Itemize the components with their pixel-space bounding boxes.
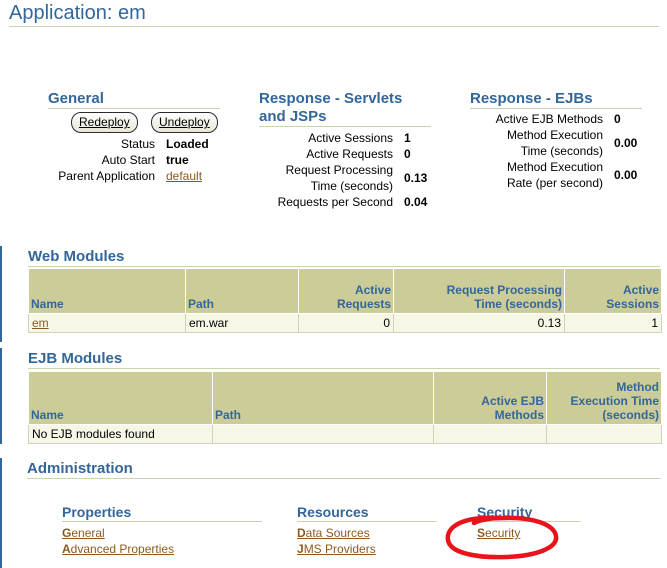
parent-application-label: Parent Application xyxy=(58,169,155,183)
status-label: Status xyxy=(120,137,155,151)
general-heading: General xyxy=(48,90,104,107)
active-requests-value: 0 xyxy=(404,147,411,161)
web-modules-header-row: Name Path Active Requests Request Process… xyxy=(28,268,662,314)
ejb-modules-heading: EJB Modules xyxy=(28,350,123,367)
ejb-empty-methods-cell xyxy=(433,424,547,444)
method-execution-rate-label-line1: Method Execution xyxy=(506,160,603,174)
response-ejbs-divider xyxy=(470,108,642,109)
web-module-name-link[interactable]: em xyxy=(32,316,49,330)
request-processing-label-line1: Request Processing xyxy=(285,163,393,177)
col-request-processing-header: Request Processing Time (seconds) xyxy=(393,268,565,314)
ejb-modules-side-bar xyxy=(0,348,2,444)
requests-per-second-label: Requests per Second xyxy=(277,195,393,209)
response-servlets-divider xyxy=(259,126,431,127)
ejb-col-active-methods-header: Active EJB Methods xyxy=(433,371,547,425)
request-processing-label-line2: Time (seconds) xyxy=(310,179,393,193)
advanced-properties-link[interactable]: Advanced Properties xyxy=(62,542,174,556)
web-modules-divider xyxy=(28,266,660,267)
method-execution-rate-label-line2: Rate (per second) xyxy=(506,176,603,190)
undeploy-button[interactable]: Undeploy xyxy=(151,112,218,133)
highlight-circle-annotation xyxy=(445,515,559,560)
table-row: em em.war 0 0.13 1 xyxy=(28,313,662,333)
jms-providers-link[interactable]: JMS Providers xyxy=(297,542,376,556)
response-ejbs-heading: Response - EJBs xyxy=(470,90,593,107)
ejb-col-method-execution-header: Method Execution Time (seconds) xyxy=(546,371,662,425)
parent-application-link[interactable]: default xyxy=(166,169,202,183)
web-module-request-processing-cell: 0.13 xyxy=(393,313,565,333)
undeploy-label: Undeploy xyxy=(159,115,210,129)
ejb-col-path-header: Path xyxy=(212,371,434,425)
properties-divider xyxy=(62,521,262,522)
redeploy-label: Redeploy xyxy=(79,115,130,129)
ejb-modules-divider xyxy=(28,368,660,369)
active-sessions-value: 1 xyxy=(404,131,411,145)
status-value: Loaded xyxy=(166,137,209,151)
col-active-sessions-header: Active Sessions xyxy=(564,268,662,314)
method-execution-rate-value: 0.00 xyxy=(614,168,638,182)
autostart-label: Auto Start xyxy=(101,153,155,167)
web-module-active-requests-cell: 0 xyxy=(298,313,394,333)
web-module-name-cell: em xyxy=(28,313,186,333)
response-servlets-heading-line2: and JSPs xyxy=(259,108,327,125)
title-divider xyxy=(9,26,659,27)
administration-side-bar xyxy=(0,458,2,568)
ejb-empty-time-cell xyxy=(546,424,662,444)
request-processing-value: 0.13 xyxy=(404,171,428,185)
general-divider xyxy=(48,108,220,109)
active-ejb-methods-value: 0 xyxy=(614,112,621,126)
requests-per-second-value: 0.04 xyxy=(404,195,428,209)
method-execution-time-label-line1: Method Execution xyxy=(506,128,603,142)
table-row: No EJB modules found xyxy=(28,424,662,444)
data-sources-link[interactable]: Data Sources xyxy=(297,526,370,540)
administration-heading: Administration xyxy=(27,460,133,477)
web-modules-side-bar xyxy=(0,246,2,342)
page-title: Application: em xyxy=(9,2,146,24)
ejb-modules-header-row: Name Path Active EJB Methods Method Execut… xyxy=(28,371,662,425)
autostart-value: true xyxy=(166,153,189,167)
response-servlets-heading-line1: Response - Servlets xyxy=(259,90,403,107)
web-module-active-sessions-cell: 1 xyxy=(564,313,662,333)
col-path-header: Path xyxy=(185,268,299,314)
redeploy-button[interactable]: Redeploy xyxy=(71,112,138,133)
active-ejb-methods-label: Active EJB Methods xyxy=(495,112,603,126)
col-active-requests-header: Active Requests xyxy=(298,268,394,314)
resources-heading: Resources xyxy=(297,504,369,520)
active-requests-label: Active Requests xyxy=(306,147,393,161)
ejb-empty-message-cell: No EJB modules found xyxy=(28,424,213,444)
method-execution-time-value: 0.00 xyxy=(614,136,638,150)
administration-divider xyxy=(27,478,661,479)
properties-heading: Properties xyxy=(62,504,132,520)
active-sessions-label: Active Sessions xyxy=(308,131,393,145)
general-properties-link[interactable]: General xyxy=(62,526,105,540)
resources-divider xyxy=(297,521,437,522)
web-modules-table: Name Path Active Requests Request Process… xyxy=(28,268,662,333)
ejb-empty-path-cell xyxy=(212,424,434,444)
web-module-path-cell: em.war xyxy=(185,313,299,333)
col-name-header: Name xyxy=(28,268,186,314)
ejb-col-name-header: Name xyxy=(28,371,213,425)
ejb-modules-table: Name Path Active EJB Methods Method Execut… xyxy=(28,371,662,444)
web-modules-heading: Web Modules xyxy=(28,248,125,265)
method-execution-time-label-line2: Time (seconds) xyxy=(520,144,603,158)
